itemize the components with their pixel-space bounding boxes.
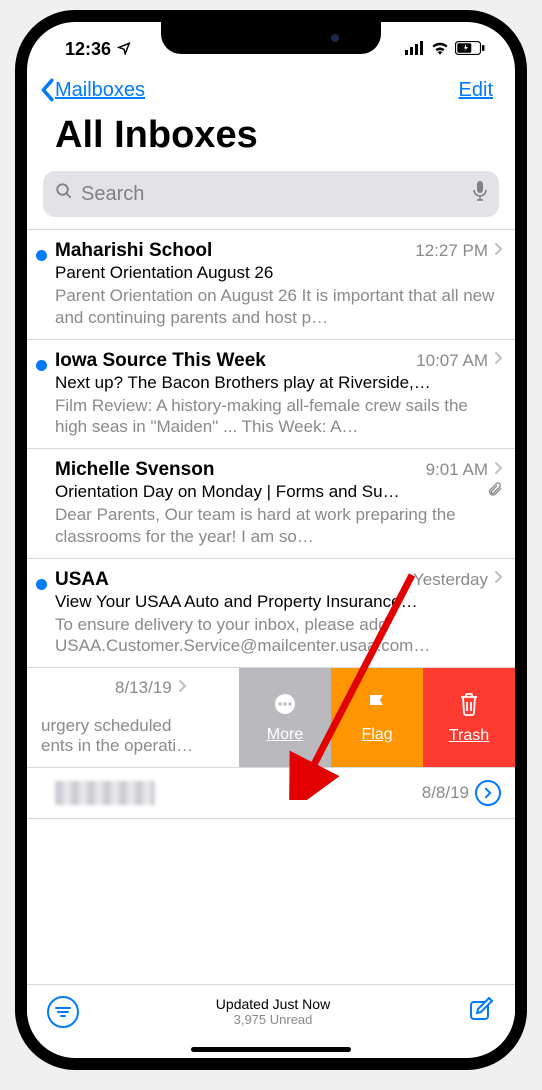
email-preview: urgery scheduled ents in the operati… [41, 716, 227, 756]
more-icon [273, 692, 297, 721]
email-time: 12:27 PM [415, 241, 488, 261]
unread-dot-icon [36, 250, 47, 261]
chevron-right-icon [494, 570, 503, 589]
info-icon[interactable] [475, 780, 501, 806]
email-time: Yesterday [413, 570, 488, 590]
trash-icon [458, 691, 480, 722]
nav-bar: Mailboxes Edit [27, 68, 515, 110]
swipe-more-label: More [267, 726, 303, 744]
unread-dot-icon [36, 360, 47, 371]
email-subject: View Your USAA Auto and Property Insuran… [55, 592, 503, 612]
unread-dot-icon [36, 579, 47, 590]
wifi-icon [431, 39, 449, 60]
bottom-toolbar: Updated Just Now 3,975 Unread [27, 984, 515, 1046]
search-placeholder: Search [81, 183, 465, 206]
edit-button[interactable]: Edit [459, 79, 493, 102]
status-unread: 3,975 Unread [216, 1012, 330, 1027]
chevron-right-icon [494, 461, 503, 480]
page-title: All Inboxes [27, 110, 515, 171]
chevron-left-icon [39, 78, 55, 102]
email-time: 8/13/19 [115, 678, 172, 698]
chevron-right-icon [494, 351, 503, 370]
email-time: 8/8/19 [422, 783, 469, 803]
search-input[interactable]: Search [43, 171, 499, 217]
email-row[interactable]: Iowa Source This Week 10:07 AM Next up? … [27, 340, 515, 450]
home-indicator[interactable] [191, 1047, 351, 1052]
dictate-icon[interactable] [473, 181, 487, 207]
email-time: 9:01 AM [426, 460, 488, 480]
email-preview: Dear Parents, Our team is hard at work p… [55, 504, 503, 548]
chevron-right-icon [178, 679, 187, 698]
email-row[interactable]: Michelle Svenson 9:01 AM Orientation Day… [27, 449, 515, 559]
email-time: 10:07 AM [416, 351, 488, 371]
location-icon [117, 39, 131, 60]
email-subject: Orientation Day on Monday | Forms and Su… [55, 482, 400, 502]
redacted-sender [55, 781, 155, 805]
status-updated: Updated Just Now [216, 996, 330, 1012]
email-list: Maharishi School 12:27 PM Parent Orienta… [27, 229, 515, 819]
back-label: Mailboxes [55, 79, 145, 102]
email-sender: Michelle Svenson [55, 459, 214, 481]
email-preview: To ensure delivery to your inbox, please… [55, 614, 503, 658]
swipe-trash-label: Trash [449, 727, 489, 745]
email-row[interactable]: Maharishi School 12:27 PM Parent Orienta… [27, 230, 515, 340]
swipe-flag-label: Flag [361, 726, 392, 744]
attachment-icon [487, 481, 503, 502]
status-time: 12:36 [65, 39, 111, 60]
email-sender: Maharishi School [55, 240, 212, 262]
email-row-swiped[interactable]: 8/13/19 urgery scheduled ents in the ope… [27, 668, 515, 768]
signal-icon [405, 39, 425, 60]
email-subject: Parent Orientation August 26 [55, 263, 503, 283]
email-preview: Parent Orientation on August 26 It is im… [55, 285, 503, 329]
email-sender: Iowa Source This Week [55, 350, 266, 372]
swipe-trash-button[interactable]: Trash [423, 668, 515, 767]
email-row-redacted[interactable]: 8/8/19 [27, 768, 515, 819]
flag-icon [366, 692, 388, 721]
email-preview: Film Review: A history-making all-female… [55, 395, 503, 439]
battery-icon [455, 39, 485, 60]
email-sender: USAA [55, 569, 109, 591]
email-subject: Next up? The Bacon Brothers play at Rive… [55, 373, 503, 393]
email-row[interactable]: USAA Yesterday View Your USAA Auto and P… [27, 559, 515, 669]
compose-button[interactable] [467, 995, 495, 1028]
chevron-right-icon [494, 242, 503, 261]
search-icon [55, 182, 73, 206]
back-button[interactable]: Mailboxes [39, 78, 145, 102]
swipe-flag-button[interactable]: Flag [331, 668, 423, 767]
swipe-more-button[interactable]: More [239, 668, 331, 767]
filter-button[interactable] [47, 996, 79, 1028]
